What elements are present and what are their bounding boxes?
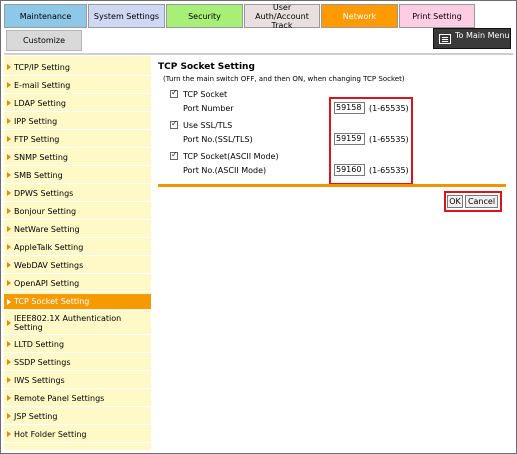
sidebar-separator [4, 219, 151, 220]
sidebar-item[interactable]: WebDAV Settings [4, 258, 151, 272]
sidebar-item[interactable]: JSP Setting [4, 409, 151, 423]
sidebar-item[interactable]: IPP Setting [4, 114, 151, 128]
sidebar: TCP/IP Setting E-mail Setting LDAP Setting… [4, 56, 151, 450]
sidebar-separator [4, 273, 151, 274]
sidebar-separator [4, 334, 151, 335]
sidebar-separator [4, 388, 151, 389]
sidebar-item[interactable]: OpenAPI Setting [4, 276, 151, 290]
tab-security[interactable]: Security [166, 4, 243, 28]
sidebar-item[interactable]: SNMP Setting [4, 150, 151, 164]
tab-print-setting[interactable]: Print Setting [399, 4, 475, 28]
sub-bar: Customize To Main Menu [4, 28, 513, 53]
sidebar-separator [4, 352, 151, 353]
ok-button[interactable]: OK [447, 195, 463, 208]
header-divider [4, 53, 513, 55]
customize-button[interactable]: Customize [6, 30, 82, 51]
tcp-socket-label: TCP Socket [183, 90, 228, 99]
sidebar-separator [4, 93, 151, 94]
ascii-port-label: Port No.(ASCII Mode) [183, 166, 267, 175]
checkmark-icon: ✓ [171, 88, 178, 97]
content-divider [158, 184, 506, 187]
tab-network[interactable]: Network [321, 4, 398, 28]
sidebar-separator [4, 291, 151, 292]
sidebar-item[interactable]: FTP Setting [4, 132, 151, 146]
ascii-mode-label: TCP Socket(ASCII Mode) [183, 152, 279, 161]
port-number-label: Port Number [183, 104, 234, 113]
main-content: TCP Socket Setting (Turn the main switch… [151, 56, 513, 450]
sidebar-item[interactable]: DPWS Settings [4, 186, 151, 200]
page-title: TCP Socket Setting [158, 62, 255, 72]
sidebar-separator [4, 75, 151, 76]
use-ssl-tls-label: Use SSL/TLS [183, 121, 233, 130]
sidebar-item[interactable]: TCP/IP Setting [4, 60, 151, 74]
sidebar-separator [4, 111, 151, 112]
main-menu-icon [439, 33, 451, 44]
sidebar-item[interactable]: E-mail Setting [4, 78, 151, 92]
to-main-menu-button[interactable]: To Main Menu [433, 28, 511, 49]
sidebar-separator [4, 201, 151, 202]
sidebar-separator [4, 237, 151, 238]
checkmark-icon: ✓ [171, 150, 178, 159]
sidebar-item[interactable]: NetWare Setting [4, 222, 151, 236]
port-fields-highlight [329, 97, 413, 185]
settings-note: (Turn the main switch OFF, and then ON, … [163, 75, 405, 83]
tab-system-settings[interactable]: System Settings [88, 4, 165, 28]
checkmark-icon: ✓ [171, 119, 178, 128]
sidebar-item[interactable]: SMB Setting [4, 168, 151, 182]
cancel-button[interactable]: Cancel [465, 195, 498, 208]
sidebar-separator [4, 255, 151, 256]
sidebar-separator [4, 424, 151, 425]
tab-user-auth-account-track[interactable]: User Auth/Account Track [244, 3, 320, 30]
sidebar-separator [4, 442, 151, 443]
sidebar-item[interactable]: IEEE802.1X Authentication Setting [4, 312, 151, 333]
sidebar-item[interactable]: SSDP Settings [4, 355, 151, 369]
tcp-socket-checkbox[interactable]: ✓ [170, 88, 178, 98]
sidebar-separator [4, 165, 151, 166]
ascii-mode-checkbox[interactable]: ✓ [170, 150, 178, 160]
ssl-port-label: Port No.(SSL/TLS) [183, 135, 253, 144]
sidebar-separator [4, 183, 151, 184]
sidebar-item[interactable]: IWS Settings [4, 373, 151, 387]
tab-maintenance[interactable]: Maintenance [4, 4, 87, 28]
sidebar-separator [4, 129, 151, 130]
sidebar-item[interactable]: Hot Folder Setting [4, 427, 151, 441]
use-ssl-tls-checkbox[interactable]: ✓ [170, 119, 178, 129]
sidebar-separator [4, 310, 151, 311]
sidebar-item[interactable]: Bonjour Setting [4, 204, 151, 218]
sidebar-item[interactable]: LDAP Setting [4, 96, 151, 110]
sidebar-separator [4, 370, 151, 371]
sidebar-separator [4, 406, 151, 407]
sidebar-item[interactable]: AppleTalk Setting [4, 240, 151, 254]
sidebar-item[interactable]: TCP Socket Setting [4, 294, 151, 309]
sidebar-item[interactable]: LLTD Setting [4, 337, 151, 351]
top-tabs: Maintenance System Settings Security Use… [4, 3, 476, 30]
sidebar-separator [4, 147, 151, 148]
sidebar-item[interactable]: Remote Panel Settings [4, 391, 151, 405]
